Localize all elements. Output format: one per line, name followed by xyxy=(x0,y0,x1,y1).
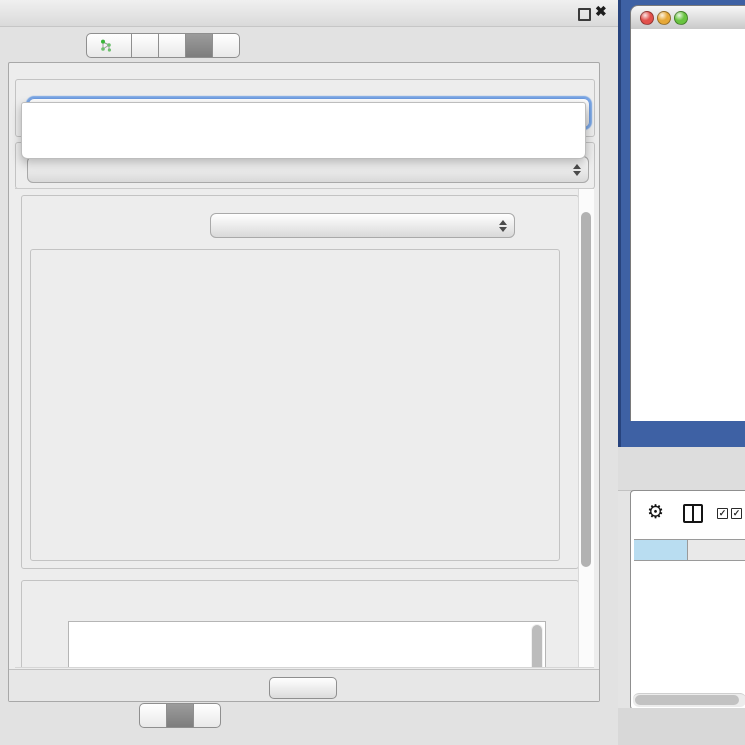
gear-icon[interactable]: ⚙ xyxy=(647,501,664,523)
tab-infer-network[interactable] xyxy=(194,703,221,728)
settings-scroll-viewport xyxy=(15,188,594,668)
tab-network[interactable] xyxy=(86,33,132,58)
table-toolbar: ⚙ ✓ ✓ xyxy=(631,491,745,537)
control-panel-titlebar: ✖ xyxy=(0,0,618,27)
tab-select[interactable] xyxy=(159,33,186,58)
apply-strip xyxy=(9,669,599,701)
tab-jactivemnodules[interactable] xyxy=(213,33,240,58)
column-header-name[interactable] xyxy=(688,540,745,561)
attributes-list-scrollbar-thumb[interactable] xyxy=(532,625,542,668)
tab-cyni-toolbox[interactable] xyxy=(186,33,213,58)
thresholds-group xyxy=(30,249,560,561)
network-canvas-svg xyxy=(631,29,745,421)
settings-vertical-scrollbar[interactable] xyxy=(578,189,594,667)
desktop-background xyxy=(618,708,745,745)
apply-button[interactable] xyxy=(269,677,337,699)
checkbox-icon[interactable]: ✓ xyxy=(731,508,742,519)
close-icon[interactable]: ✖ xyxy=(595,3,607,20)
network-canvas[interactable] xyxy=(631,29,745,421)
close-traffic-light[interactable] xyxy=(640,11,654,25)
network-window xyxy=(630,5,745,421)
combo-arrows-icon xyxy=(499,220,507,232)
table-panel-window: ⚙ ✓ ✓ xyxy=(630,490,745,710)
float-window-icon[interactable] xyxy=(578,8,591,21)
control-panel-window: ✖ xyxy=(0,0,618,745)
columns-icon[interactable] xyxy=(683,504,703,523)
table-data-combobox[interactable] xyxy=(27,156,589,183)
attributes-list-scrollbar[interactable] xyxy=(531,624,543,668)
combo-arrows-icon xyxy=(573,164,581,176)
discretization-algorithm-group xyxy=(15,79,595,137)
minimize-traffic-light[interactable] xyxy=(657,11,671,25)
tab-style[interactable] xyxy=(132,33,159,58)
interval-definition-group xyxy=(21,195,579,569)
table-header-row xyxy=(634,539,745,560)
column-header-shared-name[interactable] xyxy=(634,540,688,561)
tab-impute-data[interactable] xyxy=(139,703,167,728)
network-icon xyxy=(100,39,113,52)
tab-discretize-data[interactable] xyxy=(167,703,194,728)
checkbox-icon[interactable]: ✓ xyxy=(717,508,728,519)
network-view-frame xyxy=(618,0,745,447)
top-tabbar xyxy=(86,33,240,56)
attributes-group xyxy=(21,580,579,668)
zoom-traffic-light[interactable] xyxy=(674,11,688,25)
table-horizontal-scrollbar[interactable] xyxy=(633,693,745,707)
table-rows xyxy=(634,560,745,692)
algorithm-dropdown-popup xyxy=(21,102,586,159)
attributes-list xyxy=(69,622,545,624)
bottom-tabbar xyxy=(139,703,221,726)
settings-scrollbar-thumb[interactable] xyxy=(581,212,591,567)
network-window-titlebar[interactable] xyxy=(631,6,745,30)
cyni-toolbox-panel xyxy=(8,62,600,702)
number-of-intervals-combobox[interactable] xyxy=(210,213,515,238)
table-hscrollbar-thumb[interactable] xyxy=(635,695,739,705)
attributes-listbox xyxy=(68,621,546,668)
table-panel-bar xyxy=(618,447,745,491)
